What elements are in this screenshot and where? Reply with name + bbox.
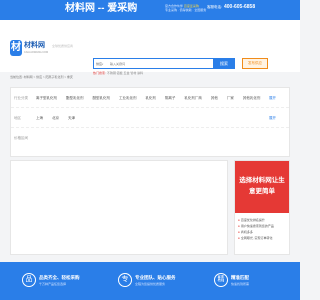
- feature-title: 品类齐全、轻松采购: [39, 275, 80, 280]
- feature-subtitle: 全程为您提供优质服务: [135, 282, 166, 286]
- breadcrumb[interactable]: 当前位置: 材料网 > 供应 > 阳离子乳化剂 > 重庆: [10, 75, 73, 79]
- filter-option[interactable]: 其他乳化剂: [243, 96, 261, 100]
- bullet-icon: ●: [238, 224, 240, 228]
- filter-option[interactable]: 天津: [68, 116, 75, 120]
- hotline-number: 400-605-6858: [223, 4, 256, 10]
- banner-tagline: 官方合作伙伴 百度爱采购 专业采购 · 值得信赖 · 全国服务: [165, 4, 206, 12]
- promo-point-text: 全网曝光, 实现订单转化: [240, 236, 273, 240]
- promo-sidebar: 选择材料网让生 意更简单 ●百度优化排名提升 ●用户快速搜索到您的产品 ●商机多…: [234, 160, 290, 255]
- filter-option[interactable]: 工业乳化剂: [119, 96, 137, 100]
- promo-line-1: 选择材料网让生: [239, 177, 285, 184]
- filter-row-price: 价格区间: [11, 128, 289, 148]
- chevron-down-icon: ▾: [102, 63, 104, 66]
- header-slogan: 全球优质供应商: [52, 44, 74, 48]
- bullet-icon: ●: [238, 236, 240, 240]
- search-category-select[interactable]: 供应▾: [96, 62, 103, 66]
- bullet-icon: ●: [238, 230, 240, 234]
- feature-subtitle: 千万种产品任您选择: [39, 282, 67, 286]
- filter-option[interactable]: 北京: [52, 116, 59, 120]
- expand-link[interactable]: 展开: [269, 116, 276, 121]
- filter-label: 价格区间: [14, 136, 28, 140]
- site-header: 材 材料网 CAILIAOWANG.COM 全球优质供应商 供应▾ 搜索 发布供…: [0, 20, 300, 75]
- expand-link[interactable]: 展开: [269, 96, 276, 101]
- feature-title: 专业团队、贴心服务: [135, 275, 176, 280]
- catalog-icon: 品: [22, 273, 36, 287]
- filter-options: 离子型乳化剂 酯型乳化剂 醚型乳化剂 工业乳化剂 乳化剂 阴离子 乳化剂厂商 其…: [36, 96, 268, 101]
- search-button[interactable]: 搜索: [213, 58, 235, 69]
- filter-label: 行业分类: [14, 96, 28, 100]
- filter-option[interactable]: 离子型乳化剂: [36, 96, 57, 100]
- tagline-sub: 专业采购 · 值得信赖 · 全国服务: [165, 8, 207, 12]
- filter-option[interactable]: 上海: [36, 116, 43, 120]
- banner-brand-title: 材料网 -- 爱采购: [65, 3, 138, 14]
- service-icon: 专: [118, 273, 132, 287]
- filter-option[interactable]: 乳化剂厂商: [184, 96, 202, 100]
- filter-label: 地区: [14, 116, 21, 120]
- results-panel: [10, 160, 228, 255]
- filter-row-region: 地区 上海 北京 天津 展开: [11, 108, 289, 128]
- filter-panel: 行业分类 离子型乳化剂 酯型乳化剂 醚型乳化剂 工业乳化剂 乳化剂 阴离子 乳化…: [10, 87, 290, 157]
- search-input[interactable]: [108, 60, 214, 67]
- promo-point: ●全网曝光, 实现订单转化: [238, 235, 288, 241]
- feature-title: 精准匹配: [231, 275, 249, 280]
- hotline-label: 客服电话:: [207, 5, 222, 9]
- hot-search-links[interactable]: 不锈钢 铝板 五金 管材 涂料: [107, 71, 143, 75]
- logo-subtext: CAILIAOWANG.COM: [24, 51, 49, 54]
- promo-point-text: 商机多多: [240, 230, 253, 234]
- bullet-icon: ●: [238, 218, 240, 222]
- hot-search: 热门搜索:不锈钢 铝板 五金 管材 涂料: [93, 71, 143, 75]
- hot-search-label: 热门搜索:: [93, 71, 106, 75]
- logo-icon[interactable]: 材: [10, 40, 22, 56]
- promo-banner[interactable]: 选择材料网让生 意更简单: [235, 161, 289, 213]
- post-supply-button[interactable]: 发布供应: [242, 58, 268, 69]
- hotline: 客服电话: 400-605-6858: [207, 4, 255, 11]
- filter-options: 上海 北京 天津: [36, 116, 83, 121]
- filter-option[interactable]: 其他: [211, 96, 218, 100]
- top-banner: 材料网 -- 爱采购 官方合作伙伴 百度爱采购 专业采购 · 值得信赖 · 全国…: [0, 0, 300, 20]
- filter-option[interactable]: 厂家: [227, 96, 234, 100]
- footer-features: 品 品类齐全、轻松采购 千万种产品任您选择 专 专业团队、贴心服务 全程为您提供…: [0, 262, 300, 300]
- promo-points: ●百度优化排名提升 ●用户快速搜索到您的产品 ●商机多多 ●全网曝光, 实现订单…: [238, 217, 288, 241]
- filter-row-category: 行业分类 离子型乳化剂 酯型乳化剂 醚型乳化剂 工业乳化剂 乳化剂 阴离子 乳化…: [11, 88, 289, 108]
- match-icon: 精: [214, 273, 228, 287]
- filter-option[interactable]: 乳化剂: [145, 96, 156, 100]
- filter-option[interactable]: 醚型乳化剂: [92, 96, 110, 100]
- logo-text[interactable]: 材料网: [24, 42, 45, 50]
- feature-subtitle: 快速找到所需: [231, 282, 250, 286]
- promo-line-2: 意更简单: [249, 188, 275, 195]
- promo-point-text: 百度优化排名提升: [240, 218, 265, 222]
- filter-option[interactable]: 阴离子: [165, 96, 176, 100]
- promo-point-text: 用户快速搜索到您的产品: [240, 224, 274, 228]
- filter-option[interactable]: 酯型乳化剂: [66, 96, 84, 100]
- search-bar: 供应▾: [93, 58, 219, 69]
